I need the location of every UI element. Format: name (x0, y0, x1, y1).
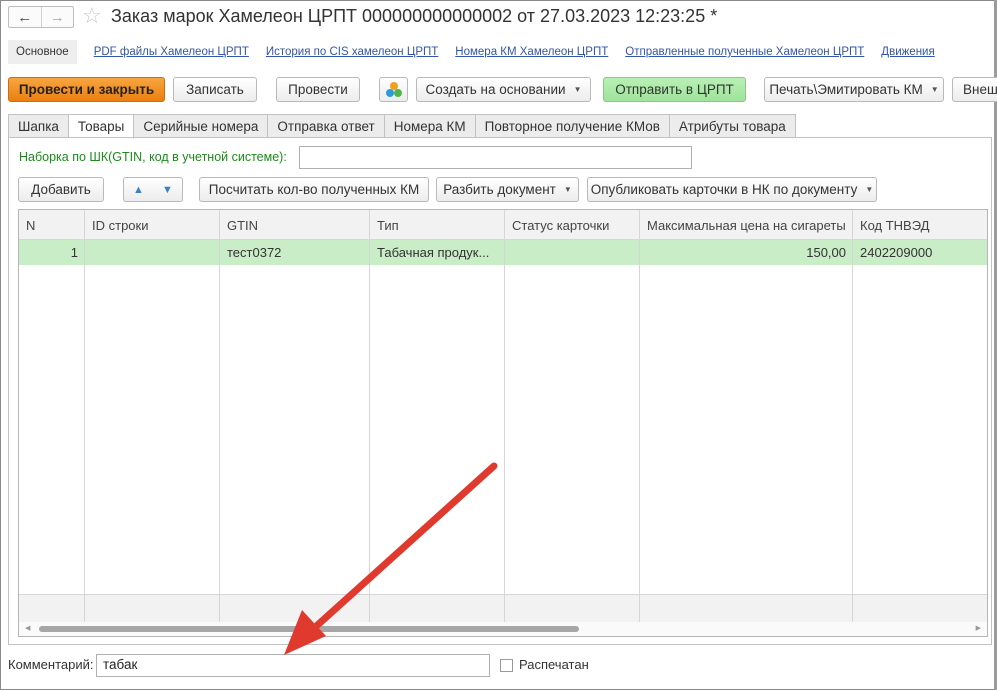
nav-buttons: ← → (8, 6, 74, 28)
printed-label: Распечатан (519, 657, 589, 672)
cell-type[interactable]: Табачная продук... (370, 240, 505, 265)
post-and-close-button[interactable]: Провести и закрыть (8, 77, 165, 102)
link-km-numbers[interactable]: Номера КМ Хамелеон ЦРПТ (455, 46, 608, 58)
post-button[interactable]: Провести (276, 77, 360, 102)
link-pdf-files[interactable]: PDF файлы Хамелеон ЦРПТ (94, 46, 249, 58)
tab-km-numbers[interactable]: Номера КМ (384, 114, 476, 138)
cell-gtin[interactable]: тест0372 (220, 240, 370, 265)
publish-cards-button[interactable]: Опубликовать карточки в НК по документу ▼ (587, 177, 877, 202)
comment-input[interactable]: табак (96, 654, 490, 677)
move-down-icon[interactable]: ▼ (162, 184, 173, 196)
add-button[interactable]: Добавить (18, 177, 104, 202)
goods-table: N ID строки GTIN Тип Статус карточки Мак… (18, 209, 988, 637)
move-buttons: ▲ ▼ (123, 177, 183, 202)
col-divider (85, 210, 220, 636)
structure-icon (385, 81, 402, 98)
chevron-down-icon: ▼ (865, 185, 874, 194)
col-divider (220, 210, 370, 636)
header-row-id[interactable]: ID строки (85, 210, 220, 240)
scrollbar-thumb[interactable] (39, 626, 579, 632)
tab-send-response[interactable]: Отправка ответ (268, 114, 385, 138)
tab-product-attributes[interactable]: Атрибуты товара (669, 114, 796, 138)
favorite-star-icon[interactable]: ☆ (82, 4, 102, 28)
external-label: Внеш (963, 82, 997, 97)
chevron-down-icon: ▼ (930, 85, 939, 94)
tab-bar: Шапка Товары Серийные номера Отправка от… (8, 114, 796, 139)
cell-max-price[interactable]: 150,00 (640, 240, 853, 265)
create-based-on-button[interactable]: Создать на основании ▼ (416, 77, 591, 102)
header-tnved[interactable]: Код ТНВЭД (853, 210, 987, 240)
scroll-left-icon[interactable]: ◀ (25, 624, 30, 632)
split-document-button[interactable]: Разбить документ ▼ (436, 177, 579, 202)
split-document-label: Разбить документ (443, 182, 556, 197)
col-divider (505, 210, 640, 636)
col-divider (853, 210, 987, 636)
cell-card-status[interactable] (505, 240, 640, 265)
create-based-on-label: Создать на основании (425, 82, 566, 97)
count-km-label: Посчитать кол-во полученных КМ (208, 182, 420, 197)
links-panel: Основное PDF файлы Хамелеон ЦРПТ История… (8, 38, 935, 66)
header-card-status[interactable]: Статус карточки (505, 210, 640, 240)
barcode-label: Наборка по ШК(GTIN, код в учетной систем… (19, 150, 287, 164)
send-to-crpt-button[interactable]: Отправить в ЦРПТ (603, 77, 746, 102)
move-up-icon[interactable]: ▲ (133, 184, 144, 196)
tab-repeat-receive[interactable]: Повторное получение КМов (475, 114, 670, 138)
link-cis-history[interactable]: История по CIS хамелеон ЦРПТ (266, 46, 438, 58)
link-sent-received[interactable]: Отправленные полученные Хамелеон ЦРПТ (625, 46, 864, 58)
tab-goods[interactable]: Товары (68, 114, 135, 139)
header-n[interactable]: N (19, 210, 85, 240)
header-type[interactable]: Тип (370, 210, 505, 240)
external-button[interactable]: Внеш (952, 77, 997, 102)
chevron-down-icon: ▼ (563, 185, 572, 194)
barcode-input[interactable] (299, 146, 692, 169)
header-max-price[interactable]: Максимальная цена на сигареты (640, 210, 853, 240)
horizontal-scrollbar[interactable]: ◀ ▶ (19, 622, 987, 636)
back-arrow-icon[interactable]: ← (9, 7, 41, 27)
print-emit-km-label: Печать\Эмитировать КМ (769, 82, 923, 97)
save-label: Записать (186, 82, 244, 97)
comment-label: Комментарий: (8, 657, 94, 672)
print-emit-km-button[interactable]: Печать\Эмитировать КМ ▼ (764, 77, 944, 102)
scroll-right-icon[interactable]: ▶ (976, 624, 981, 632)
publish-cards-label: Опубликовать карточки в НК по документу (590, 182, 858, 197)
cell-n[interactable]: 1 (19, 240, 85, 265)
count-km-button[interactable]: Посчитать кол-во полученных КМ (199, 177, 429, 202)
document-title: Заказ марок Хамелеон ЦРПТ 00000000000000… (111, 6, 718, 26)
post-and-close-label: Провести и закрыть (18, 82, 155, 97)
forward-arrow-icon[interactable]: → (40, 7, 74, 27)
chevron-down-icon: ▼ (573, 85, 582, 94)
link-main[interactable]: Основное (8, 40, 77, 64)
post-label: Провести (288, 82, 348, 97)
col-divider (370, 210, 505, 636)
col-divider (19, 210, 85, 636)
save-button[interactable]: Записать (173, 77, 257, 102)
link-movements[interactable]: Движения (881, 46, 934, 58)
header-gtin[interactable]: GTIN (220, 210, 370, 240)
printed-checkbox[interactable] (500, 659, 513, 672)
tab-serial-numbers[interactable]: Серийные номера (134, 114, 269, 138)
col-divider (640, 210, 853, 636)
report-structure-button[interactable] (379, 77, 408, 102)
send-to-crpt-label: Отправить в ЦРПТ (615, 82, 734, 97)
cell-tnved[interactable]: 2402209000 (853, 240, 987, 265)
tab-header[interactable]: Шапка (8, 114, 69, 138)
add-label: Добавить (31, 182, 91, 197)
cell-row-id[interactable] (85, 240, 220, 265)
